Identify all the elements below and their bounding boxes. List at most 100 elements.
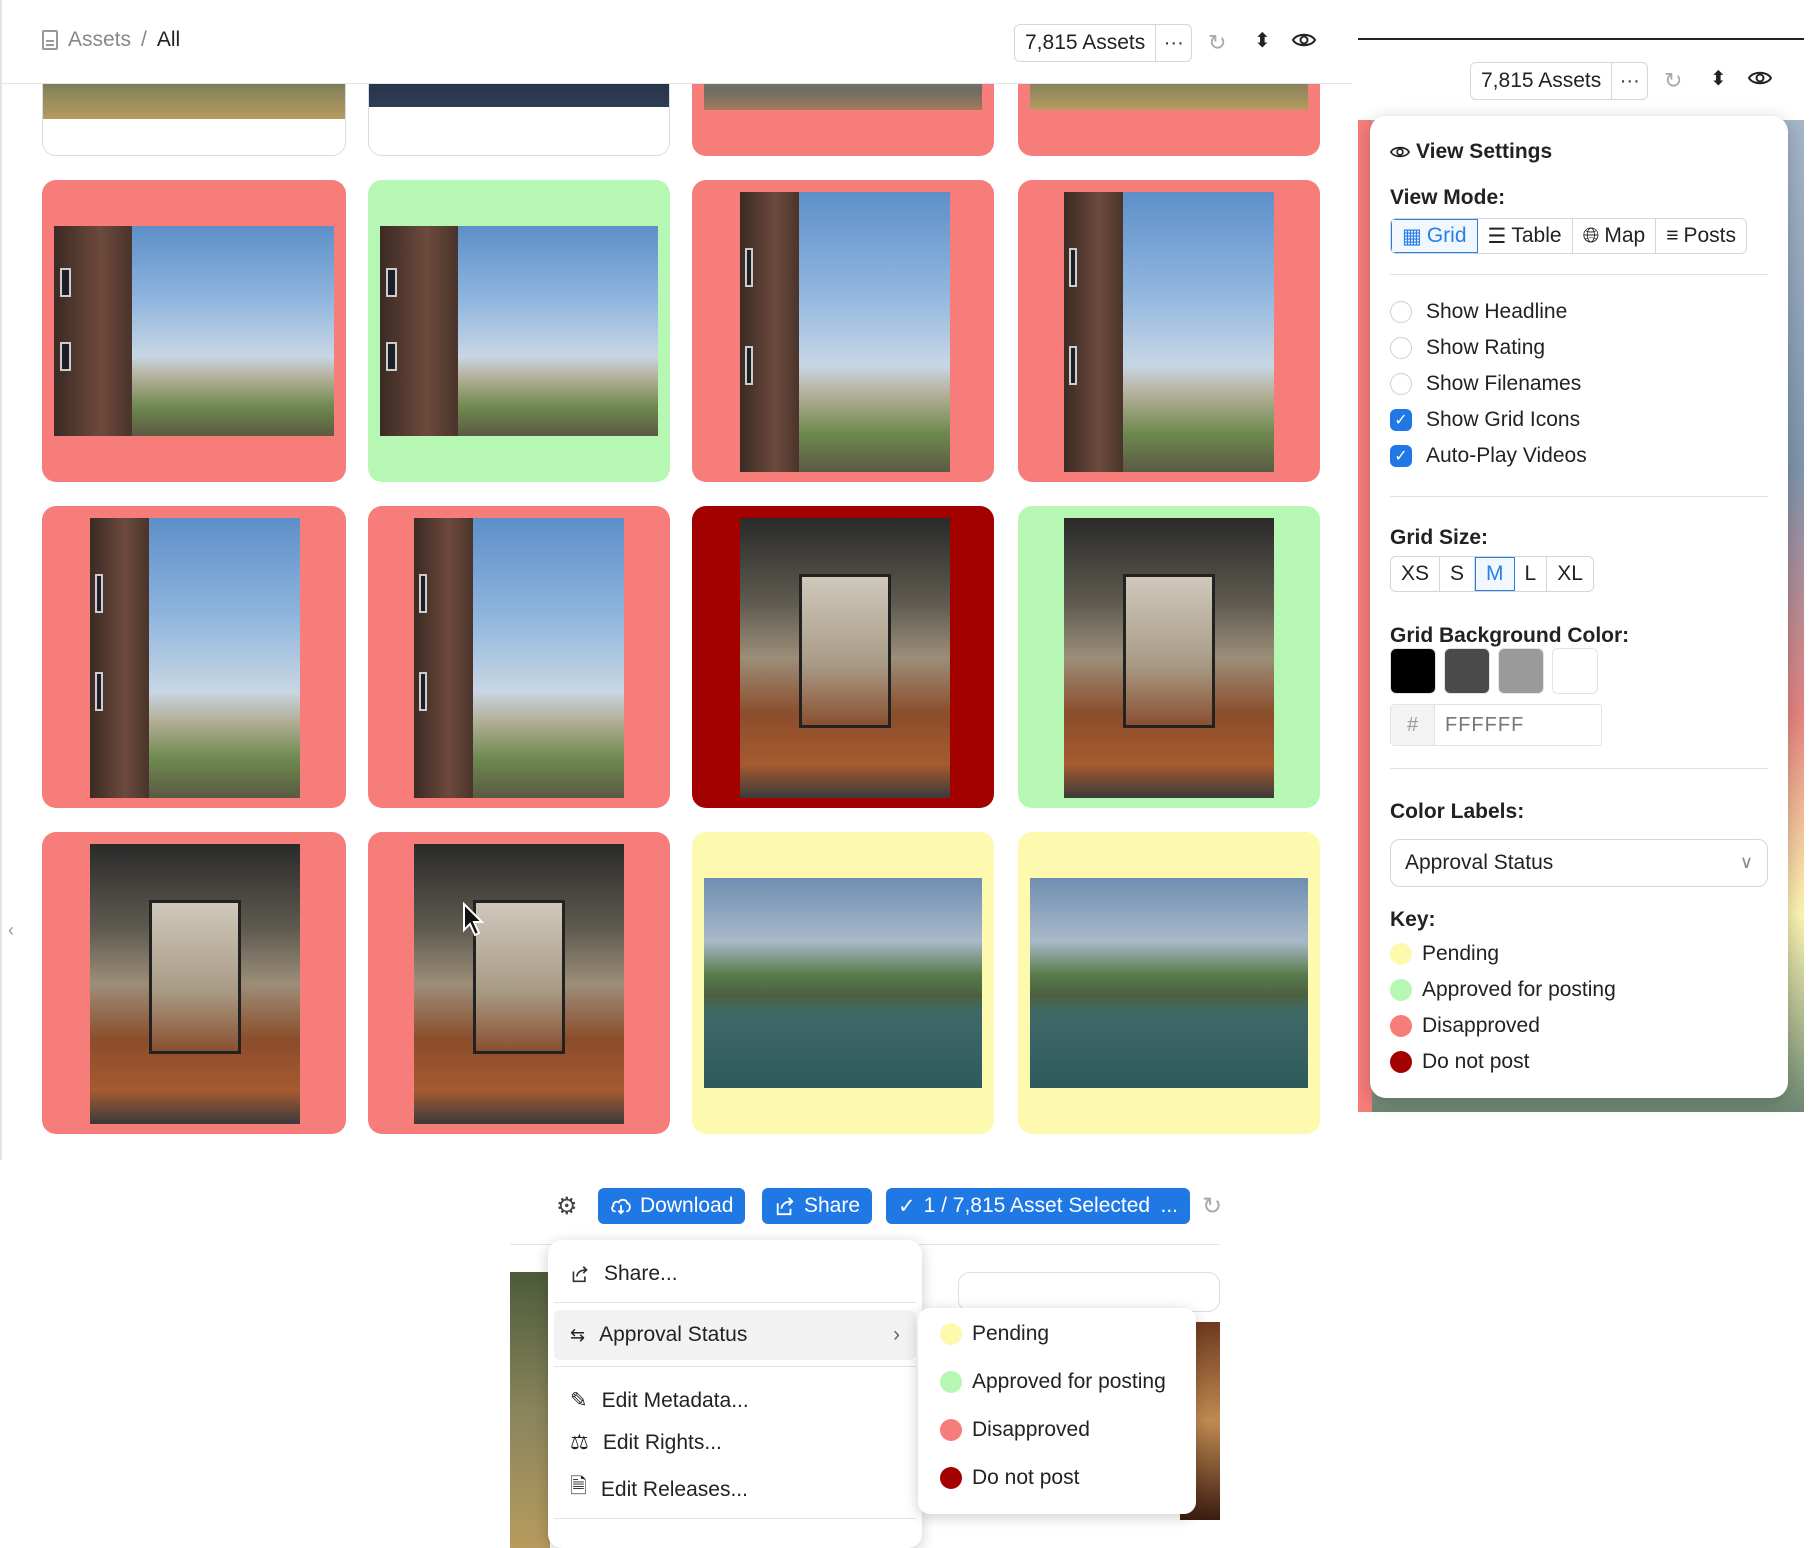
- status-dot: [1390, 943, 1412, 965]
- grid-size-l[interactable]: L: [1515, 557, 1548, 591]
- selection-button[interactable]: ✓ 1 / 7,815 Asset Selected ...: [886, 1188, 1190, 1224]
- right-more-options-button[interactable]: ···: [1611, 63, 1647, 99]
- submenu-item-label: Approved for posting: [972, 1370, 1166, 1393]
- asset-thumbnail[interactable]: [1030, 878, 1308, 1088]
- grid-size-xs[interactable]: XS: [1391, 557, 1441, 591]
- asset-thumbnail[interactable]: [90, 844, 300, 1124]
- grid-cell[interactable]: [692, 180, 994, 482]
- asset-thumbnail[interactable]: [414, 518, 624, 798]
- refresh-icon[interactable]: ↻: [1208, 30, 1226, 56]
- toggle-show-filenames[interactable]: Show Filenames: [1390, 372, 1581, 396]
- menu-item-edit-rights[interactable]: ⚖ Edit Rights...: [570, 1430, 722, 1455]
- checkbox-checked[interactable]: ✓: [1390, 409, 1412, 431]
- hex-color-input[interactable]: # FFFFFF: [1390, 704, 1602, 746]
- key-item-pending: Pending: [1390, 942, 1499, 966]
- bg-swatch-white[interactable]: [1552, 648, 1598, 694]
- asset-thumbnail[interactable]: [54, 226, 334, 436]
- grid-cell[interactable]: [1018, 180, 1320, 482]
- menu-item-label: Edit Rights...: [602, 1430, 722, 1454]
- grid-cell[interactable]: [42, 832, 346, 1134]
- color-labels-select[interactable]: Approval Status ∨: [1390, 839, 1768, 887]
- toggle-label: Show Filenames: [1426, 372, 1582, 395]
- hex-value[interactable]: FFFFFF: [1435, 705, 1601, 745]
- asset-thumbnail[interactable]: [740, 192, 950, 472]
- toggle-show-grid-icons[interactable]: ✓ Show Grid Icons: [1390, 408, 1580, 432]
- asset-thumbnail[interactable]: [1064, 192, 1274, 472]
- submenu-item-pending[interactable]: Pending: [940, 1322, 1049, 1346]
- view-mode-posts[interactable]: ≡ Posts: [1656, 219, 1746, 253]
- collapse-handle-icon[interactable]: ‹: [8, 920, 14, 941]
- gear-icon[interactable]: ⚙: [556, 1192, 578, 1221]
- refresh-icon[interactable]: ↻: [1202, 1192, 1222, 1221]
- asset-thumbnail[interactable]: [704, 878, 982, 1088]
- download-button[interactable]: Download: [598, 1188, 746, 1224]
- share-button[interactable]: Share: [762, 1188, 873, 1224]
- grid-bg-color-label: Grid Background Color:: [1390, 624, 1630, 647]
- asset-thumbnail[interactable]: [90, 518, 300, 798]
- right-eye-icon[interactable]: [1747, 66, 1773, 96]
- checkbox[interactable]: [1390, 337, 1412, 359]
- view-mode-grid-label: Grid: [1426, 224, 1467, 247]
- grid-size-xl[interactable]: XL: [1547, 557, 1593, 591]
- submenu-item-disapproved[interactable]: Disapproved: [940, 1418, 1090, 1442]
- grid-size-m[interactable]: M: [1475, 557, 1515, 591]
- menu-item-approval-status[interactable]: ⇆ Approval Status ›: [554, 1310, 916, 1360]
- more-options-button[interactable]: ···: [1155, 25, 1191, 61]
- checkbox-checked[interactable]: ✓: [1390, 445, 1412, 467]
- view-mode-table[interactable]: ☰ Table: [1478, 219, 1573, 253]
- grid-cell[interactable]: [368, 506, 670, 808]
- bg-swatch-gray[interactable]: [1498, 648, 1544, 694]
- asset-thumbnail[interactable]: [414, 844, 624, 1124]
- grid-cell[interactable]: [1018, 832, 1320, 1134]
- grid-cell[interactable]: [42, 506, 346, 808]
- status-dot: [1390, 1051, 1412, 1073]
- grid-cell[interactable]: [692, 506, 994, 808]
- toggle-show-rating[interactable]: Show Rating: [1390, 336, 1545, 360]
- selection-label: 1 / 7,815 Asset Selected: [923, 1194, 1151, 1217]
- view-mode-grid[interactable]: ▦ Grid: [1391, 219, 1478, 253]
- mouse-cursor-icon: [463, 902, 485, 937]
- bg-swatch-dark-gray[interactable]: [1444, 648, 1490, 694]
- eye-icon[interactable]: [1291, 28, 1317, 58]
- asset-thumbnail[interactable]: [740, 518, 950, 798]
- status-dot: [940, 1419, 962, 1441]
- toggle-auto-play-videos[interactable]: ✓ Auto-Play Videos: [1390, 444, 1587, 468]
- menu-item-edit-releases[interactable]: 🗎︎ Edit Releases...: [570, 1472, 748, 1507]
- grid-cell[interactable]: [368, 180, 670, 482]
- key-item-label: Disapproved: [1422, 1014, 1540, 1037]
- asset-count: 7,815 Assets: [1025, 31, 1146, 54]
- key-item-do-not-post: Do not post: [1390, 1050, 1529, 1074]
- divider: [1390, 496, 1768, 497]
- breadcrumb-root[interactable]: Assets: [68, 28, 131, 52]
- key-item-approved: Approved for posting: [1390, 978, 1616, 1002]
- grid-size-s[interactable]: S: [1440, 557, 1476, 591]
- grid-cell[interactable]: [42, 180, 346, 482]
- submenu-item-do-not-post[interactable]: Do not post: [940, 1466, 1079, 1490]
- selection-more-button[interactable]: ...: [1160, 1194, 1178, 1218]
- submenu-item-label: Pending: [972, 1322, 1050, 1345]
- menu-item-edit-metadata[interactable]: ✎ Edit Metadata...: [570, 1388, 749, 1413]
- grid-cell[interactable]: [1018, 506, 1320, 808]
- asset-thumbnail[interactable]: [380, 226, 658, 436]
- grid-cell[interactable]: [368, 832, 670, 1134]
- toggle-show-headline[interactable]: Show Headline: [1390, 300, 1567, 324]
- sort-icon[interactable]: ⬍: [1254, 28, 1271, 53]
- grid-size-label: Grid Size:: [1390, 526, 1489, 549]
- checkbox[interactable]: [1390, 373, 1412, 395]
- view-mode-label: View Mode:: [1390, 186, 1506, 209]
- asset-thumbnail[interactable]: [1064, 518, 1274, 798]
- view-mode-map[interactable]: 🌐︎ Map: [1573, 219, 1657, 253]
- release-doc-icon: 🗎︎: [570, 1475, 587, 1498]
- right-refresh-icon[interactable]: ↻: [1664, 68, 1682, 94]
- hex-prefix: #: [1391, 705, 1435, 745]
- right-sort-icon[interactable]: ⬍: [1710, 66, 1727, 91]
- menu-item-share[interactable]: Share...: [570, 1262, 678, 1286]
- grid-cell[interactable]: [692, 832, 994, 1134]
- list-icon: ☰: [1487, 224, 1507, 248]
- submenu-item-approved[interactable]: Approved for posting: [940, 1370, 1166, 1394]
- bg-swatch-black[interactable]: [1390, 648, 1436, 694]
- breadcrumb: Assets / All: [42, 28, 180, 52]
- share-icon: [776, 1197, 794, 1216]
- key-item-label: Do not post: [1422, 1050, 1530, 1073]
- checkbox[interactable]: [1390, 301, 1412, 323]
